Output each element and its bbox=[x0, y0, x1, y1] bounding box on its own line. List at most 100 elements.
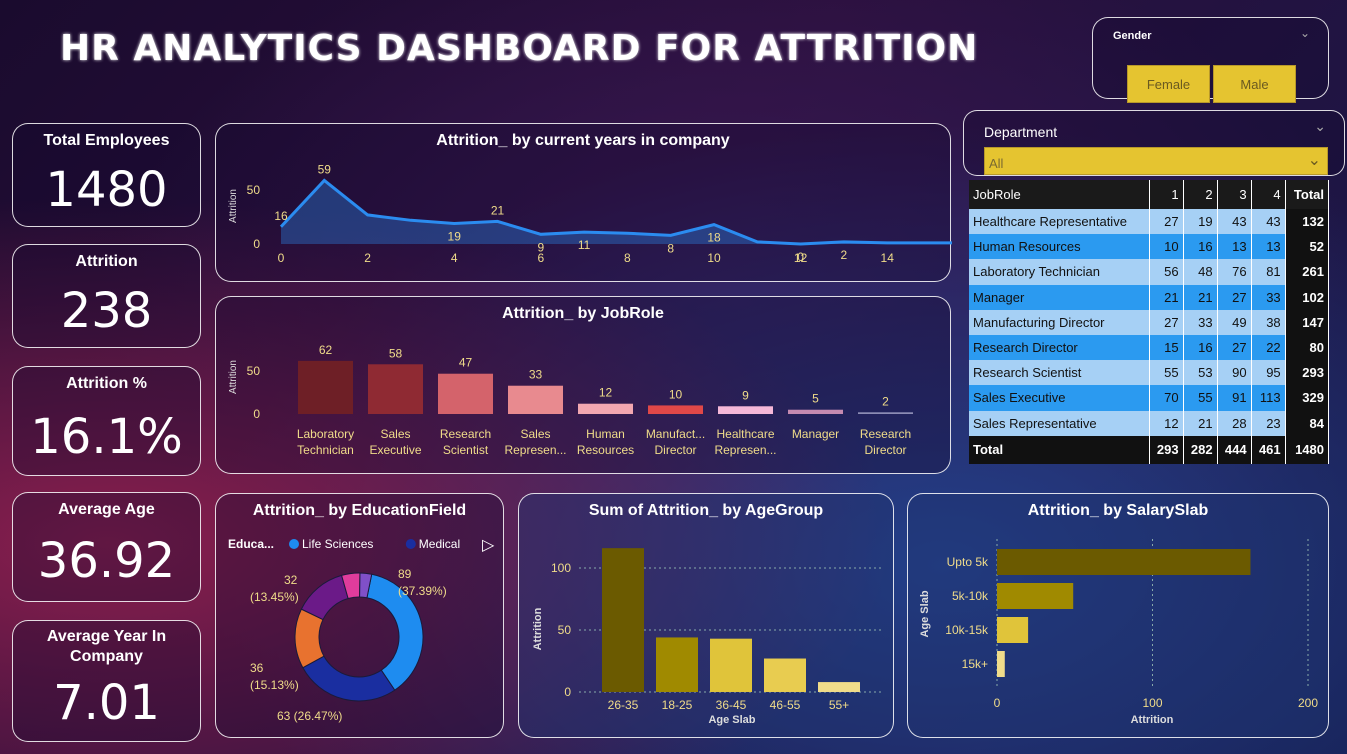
x-tick-label: Human bbox=[586, 427, 625, 441]
table-header-row: JobRole 1 2 3 4 Total bbox=[969, 180, 1330, 209]
table-cell: 1480 bbox=[1285, 435, 1330, 464]
chart-education: Attrition_ by EducationField Educa... Lif… bbox=[215, 493, 504, 738]
x-tick-label: Manager bbox=[792, 427, 839, 441]
kpi-average-year: Average Year In Company 7.01 bbox=[12, 620, 201, 742]
x-tick-label: 55+ bbox=[829, 698, 849, 712]
x-tick-label: Manufact... bbox=[646, 427, 705, 441]
table-cell: 13 bbox=[1217, 234, 1252, 260]
page-title: HR ANALYTICS DASHBOARD FOR ATTRITION bbox=[60, 28, 979, 69]
table-cell: 48 bbox=[1183, 259, 1218, 285]
y-tick-label: 10k-15k bbox=[945, 623, 989, 637]
table-row: Research Director 15 16 27 22 80 bbox=[969, 334, 1330, 361]
table-cell: Sales Executive bbox=[969, 385, 1150, 411]
table-header-cell[interactable]: 4 bbox=[1251, 180, 1286, 209]
y-axis-label: Attrition bbox=[532, 607, 544, 650]
table-cell: 28 bbox=[1217, 410, 1252, 436]
table-cell: Research Director bbox=[969, 334, 1150, 361]
bar bbox=[648, 405, 703, 414]
donut-slice bbox=[302, 655, 396, 702]
y-axis-label: Attrition bbox=[228, 360, 239, 394]
table-cell: 282 bbox=[1183, 435, 1218, 464]
data-label: 36 bbox=[250, 661, 264, 675]
kpi-value: 16.1% bbox=[30, 409, 183, 465]
x-tick-label: 4 bbox=[451, 251, 458, 265]
kpi-value: 1480 bbox=[45, 162, 168, 218]
table-cell: 84 bbox=[1285, 410, 1330, 436]
x-tick-label: Director bbox=[654, 443, 696, 457]
years-chart-svg: Attrition0500 2 4 6 8 10 12 14165919219 11 8180 2 bbox=[228, 162, 952, 265]
table-header-cell[interactable]: JobRole bbox=[969, 180, 1150, 209]
y-tick-label: 0 bbox=[564, 685, 571, 699]
table-cell: 21 bbox=[1183, 284, 1218, 310]
bar bbox=[298, 360, 353, 414]
x-tick-label: Laboratory bbox=[297, 427, 354, 441]
table-header-cell[interactable]: 3 bbox=[1217, 180, 1252, 209]
table-cell: 38 bbox=[1251, 309, 1286, 335]
table-cell: 16 bbox=[1183, 334, 1218, 361]
table-cell: 52 bbox=[1285, 234, 1330, 260]
x-tick-label: 100 bbox=[1142, 696, 1162, 710]
bar bbox=[997, 549, 1251, 575]
table-row: Manufacturing Director 27 33 49 38 147 bbox=[969, 309, 1330, 335]
kpi-value: 36.92 bbox=[37, 533, 176, 589]
data-label: 11 bbox=[578, 238, 591, 252]
table-header-cell[interactable]: 2 bbox=[1183, 180, 1218, 209]
data-label: 12 bbox=[599, 386, 613, 400]
x-tick-label: Sales bbox=[520, 427, 550, 441]
table-cell: 132 bbox=[1285, 209, 1330, 235]
x-tick-label: Represen... bbox=[714, 443, 776, 457]
table-cell: Manager bbox=[969, 284, 1150, 310]
data-label: 32 bbox=[284, 573, 298, 587]
table-row: Sales Executive 70 55 91 113 329 bbox=[969, 385, 1330, 411]
chevron-down-icon[interactable]: ⌄ bbox=[1314, 119, 1326, 135]
department-dropdown[interactable]: All ⌄ bbox=[984, 147, 1328, 175]
x-tick-label: 200 bbox=[1298, 696, 1318, 710]
x-tick-label: Scientist bbox=[443, 443, 489, 457]
data-label: 2 bbox=[882, 394, 889, 408]
table-cell: Sales Representative bbox=[969, 410, 1150, 436]
bar bbox=[438, 373, 493, 414]
gender-male-button[interactable]: Male bbox=[1213, 65, 1296, 103]
data-label: 89 bbox=[398, 567, 412, 581]
x-tick-label: Research bbox=[440, 427, 491, 441]
x-tick-label: 14 bbox=[881, 251, 895, 265]
series-area bbox=[281, 180, 952, 244]
table-cell: 76 bbox=[1217, 259, 1252, 285]
table-cell: 27 bbox=[1149, 209, 1184, 235]
legend-label: Life Sciences bbox=[302, 537, 373, 551]
table-cell: 43 bbox=[1217, 209, 1252, 235]
table-cell: 53 bbox=[1183, 360, 1218, 386]
chart-jobrole: Attrition_ by JobRole Attrition 0 50 62 Labo… bbox=[215, 296, 951, 474]
y-tick-label: 5k-10k bbox=[952, 589, 989, 603]
kpi-label: Total Employees bbox=[43, 132, 170, 149]
bar bbox=[710, 638, 752, 692]
table-header-cell[interactable]: 1 bbox=[1149, 180, 1184, 209]
y-tick-label: 0 bbox=[253, 237, 260, 251]
data-label: 33 bbox=[529, 368, 543, 382]
kpi-label: Average Year In Company bbox=[46, 628, 167, 665]
chevron-down-icon[interactable]: ⌄ bbox=[1300, 26, 1310, 40]
table-cell: 21 bbox=[1183, 410, 1218, 436]
x-tick-label: 8 bbox=[624, 251, 631, 265]
gender-female-button[interactable]: Female bbox=[1127, 65, 1210, 103]
table-cell: 43 bbox=[1251, 209, 1286, 235]
data-label: 0 bbox=[797, 250, 804, 264]
table-cell: 113 bbox=[1251, 385, 1286, 411]
department-value: All bbox=[989, 156, 1004, 171]
department-slicer: Department ⌄ All ⌄ bbox=[963, 110, 1345, 176]
table-cell: 261 bbox=[1285, 259, 1330, 285]
jobrole-table: JobRole 1 2 3 4 Total Healthcare Representati… bbox=[969, 180, 1330, 464]
legend-marker bbox=[405, 539, 416, 549]
table-cell: 27 bbox=[1217, 284, 1252, 310]
table-row: Human Resources 10 16 13 13 52 bbox=[969, 234, 1330, 260]
table-cell: 56 bbox=[1149, 259, 1184, 285]
bar bbox=[997, 651, 1005, 677]
chart-years-in-company: Attrition_ by current years in company A… bbox=[215, 123, 952, 282]
chevron-down-icon: ⌄ bbox=[1307, 150, 1321, 169]
table-row: Laboratory Technician 56 48 76 81 261 bbox=[969, 259, 1330, 285]
table-header-cell[interactable]: Total bbox=[1285, 180, 1330, 209]
bar bbox=[764, 658, 806, 692]
y-tick-label: 0 bbox=[253, 407, 260, 421]
data-label: 63 (26.47%) bbox=[277, 709, 342, 723]
table-cell: Manufacturing Director bbox=[969, 309, 1150, 335]
